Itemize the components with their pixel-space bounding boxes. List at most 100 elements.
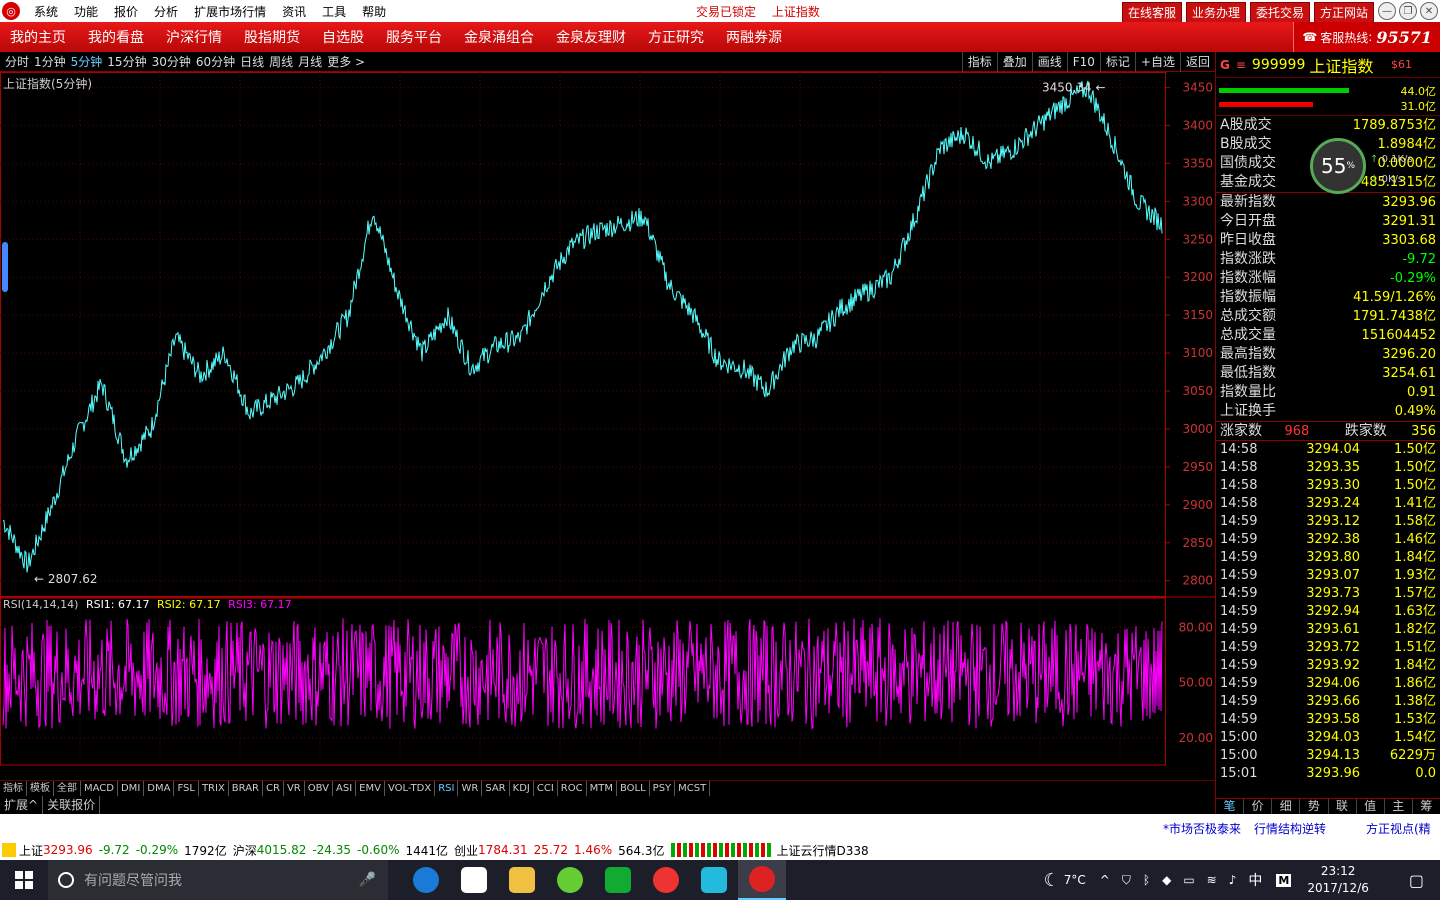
news-item[interactable]: 行情结构逆转 — [1254, 820, 1326, 837]
menu-item[interactable]: 帮助 — [354, 3, 394, 20]
indicator-tab[interactable]: ROC — [558, 781, 587, 796]
ext-tab[interactable]: 关联报价 — [43, 796, 101, 814]
wifi-icon[interactable]: ≋ — [1207, 873, 1217, 887]
indicator-tab[interactable]: KDJ — [510, 781, 534, 796]
nav-item[interactable]: 股指期货 — [244, 27, 300, 47]
restore-icon[interactable]: ❐ — [1399, 2, 1417, 20]
edge-icon[interactable] — [402, 860, 450, 900]
battery-icon[interactable]: ▭ — [1183, 873, 1194, 887]
indicator-tab[interactable]: DMI — [118, 781, 145, 796]
nav-item[interactable]: 金泉友理财 — [556, 27, 626, 47]
period-tab[interactable]: 60分钟 — [196, 53, 235, 70]
close-icon[interactable]: ✕ — [1420, 2, 1438, 20]
chart-tool-button[interactable]: +自选 — [1134, 52, 1180, 72]
header-button[interactable]: 方正网站 — [1313, 2, 1374, 23]
menu-item[interactable]: 系统 — [26, 3, 66, 20]
indicator-tab[interactable]: EMV — [356, 781, 385, 796]
chart-area[interactable]: 3450 3400 3350 3300 3250 3200 3150 3100 3050 3000… — [0, 72, 1215, 766]
news-item[interactable]: *市场否极泰来 — [1163, 820, 1241, 837]
quote-tab[interactable]: 笔 — [1216, 799, 1245, 814]
indicator-tab[interactable]: CR — [263, 781, 284, 796]
indicator-tab[interactable]: RSI — [435, 781, 459, 796]
indicator-tab[interactable]: SAR — [482, 781, 510, 796]
indicator-tab[interactable]: PSY — [650, 781, 676, 796]
menu-item[interactable]: 工具 — [314, 3, 354, 20]
quote-tab[interactable]: 联 — [1329, 799, 1357, 814]
indicator-tab[interactable]: MCST — [675, 781, 711, 796]
kline-chart[interactable]: 3450 3400 3350 3300 3250 3200 3150 3100 3050 3000… — [0, 72, 1215, 766]
menu-item[interactable]: 报价 — [106, 3, 146, 20]
cloud-status[interactable]: 上证云行情D338 — [777, 842, 869, 859]
menu-item[interactable]: 分析 — [146, 3, 186, 20]
green-app-icon[interactable] — [594, 860, 642, 900]
period-tab[interactable]: 1分钟 — [34, 53, 66, 70]
indicator-tab[interactable]: 指标 — [0, 781, 27, 796]
weather-temp[interactable]: 7°C — [1064, 873, 1086, 887]
notification-icon[interactable]: ▢ — [1409, 871, 1424, 890]
volume-icon[interactable]: ♪ — [1229, 873, 1237, 887]
nav-item[interactable]: 服务平台 — [386, 27, 442, 47]
ext-tab[interactable]: 扩展^ — [0, 796, 44, 814]
nav-item[interactable]: 沪深行情 — [166, 27, 222, 47]
quote-tab[interactable]: 细 — [1272, 799, 1301, 814]
chart-tool-button[interactable]: F10 — [1066, 52, 1100, 72]
chart-tool-button[interactable]: 指标 — [961, 52, 997, 72]
period-tab[interactable]: 周线 — [269, 53, 293, 70]
explorer-icon[interactable] — [498, 860, 546, 900]
clock[interactable]: 23:12 2017/12/6 — [1307, 863, 1369, 897]
player-icon[interactable] — [690, 860, 738, 900]
header-button[interactable]: 委托交易 — [1249, 2, 1310, 23]
quote-tab[interactable]: 主 — [1385, 799, 1413, 814]
sh-label[interactable]: 上证 — [19, 842, 43, 859]
indicator-tab[interactable]: ASI — [333, 781, 357, 796]
news-item[interactable]: 方正视点(精 — [1366, 820, 1431, 837]
period-tab[interactable]: 分时 — [5, 53, 29, 70]
bluetooth-icon[interactable]: ᛒ — [1143, 873, 1150, 887]
header-button[interactable]: 业务办理 — [1185, 2, 1246, 23]
nav-item[interactable]: 我的看盘 — [88, 27, 144, 47]
indicator-tab[interactable]: CCI — [534, 781, 558, 796]
menu-item[interactable]: 资讯 — [274, 3, 314, 20]
header-button[interactable]: 在线客服 — [1121, 2, 1182, 23]
indicator-tab[interactable]: OBV — [305, 781, 333, 796]
browser360-icon[interactable] — [546, 860, 594, 900]
nav-item[interactable]: 我的主页 — [10, 27, 66, 47]
period-tab[interactable]: 15分钟 — [107, 53, 146, 70]
indicator-tab[interactable]: BOLL — [617, 781, 650, 796]
nav-item[interactable]: 自选股 — [322, 27, 364, 47]
quote-tab[interactable]: 值 — [1357, 799, 1385, 814]
chart-tool-button[interactable]: 返回 — [1179, 52, 1215, 72]
game-icon[interactable] — [642, 860, 690, 900]
moon-weather-icon[interactable]: ☾ — [1044, 870, 1060, 891]
network-speed-gauge[interactable]: 55% — [1310, 138, 1366, 194]
indicator-tab[interactable]: WR — [458, 781, 483, 796]
ime-indicator[interactable]: 中 — [1248, 870, 1262, 890]
chart-tool-button[interactable]: 叠加 — [996, 52, 1032, 72]
indicator-tab[interactable]: MTM — [587, 781, 617, 796]
indicator-tab[interactable]: DMA — [144, 781, 175, 796]
network-icon[interactable]: ◆ — [1162, 873, 1171, 887]
trade-lock-status[interactable]: 交易已锁定 — [696, 5, 756, 19]
quote-tab[interactable]: 价 — [1244, 799, 1273, 814]
chart-tool-button[interactable]: 标记 — [1099, 52, 1135, 72]
indicator-tab[interactable]: FSL — [174, 781, 199, 796]
period-tab[interactable]: 日线 — [240, 53, 264, 70]
indicator-tab[interactable]: TRIX — [199, 781, 229, 796]
period-tab[interactable]: 30分钟 — [152, 53, 191, 70]
chart-tool-button[interactable]: 画线 — [1031, 52, 1067, 72]
indicator-tab[interactable]: VR — [284, 781, 305, 796]
menu-icon[interactable]: ≡ — [1236, 58, 1246, 72]
period-tab[interactable]: 5分钟 — [71, 53, 103, 70]
indicator-tab[interactable]: MACD — [81, 781, 118, 796]
menu-item[interactable]: 扩展市场行情 — [186, 3, 274, 20]
windows-start-icon[interactable] — [0, 860, 48, 900]
period-tab[interactable]: 更多 > — [327, 53, 365, 70]
founder-app-icon[interactable] — [738, 860, 786, 900]
quote-tab[interactable]: 筹 — [1413, 799, 1440, 814]
cy-label[interactable]: 创业 — [454, 842, 478, 859]
menu-item[interactable]: 功能 — [66, 3, 106, 20]
nav-item[interactable]: 金泉涌组合 — [464, 27, 534, 47]
indicator-tab[interactable]: 全部 — [54, 781, 81, 796]
shield-icon[interactable]: ⛉ — [1122, 873, 1131, 888]
quote-tab[interactable]: 势 — [1300, 799, 1329, 814]
